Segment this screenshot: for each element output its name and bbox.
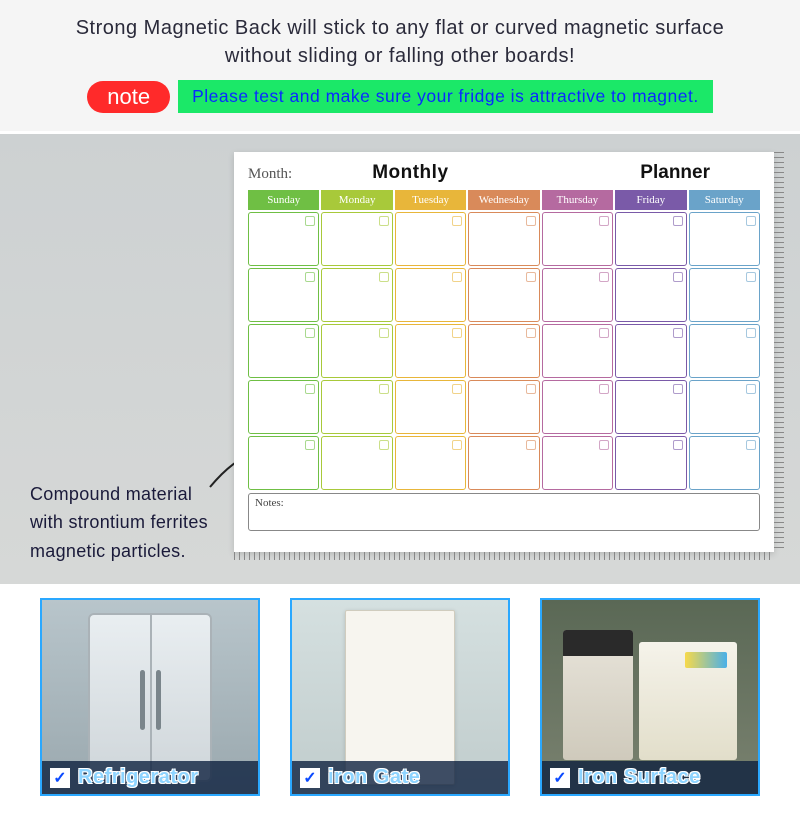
calendar-cell	[615, 436, 686, 490]
calendar-cell	[321, 380, 392, 434]
notes-box: Notes:	[248, 493, 760, 531]
day-header: Wednesday	[468, 190, 539, 210]
calendar-cell	[615, 324, 686, 378]
calendar-cell	[689, 268, 760, 322]
planner-title-b: Planner	[640, 162, 760, 184]
card-text: Iron Surface	[578, 766, 701, 789]
calendar-cell	[689, 324, 760, 378]
monthly-planner-board: Month: Monthly Planner SundayMondayTuesd…	[234, 152, 774, 552]
note-bar: note Please test and make sure your frid…	[40, 80, 760, 113]
note-message: Please test and make sure your fridge is…	[178, 80, 713, 113]
day-header: Thursday	[542, 190, 613, 210]
calendar-cell	[468, 436, 539, 490]
ruler-vertical	[774, 152, 784, 552]
card-iron-surface: ✓ Iron Surface	[540, 598, 760, 796]
planner-title-a: Monthly	[292, 162, 640, 184]
material-callout: Compound material with strontium ferrite…	[30, 480, 230, 566]
calendar-cell	[615, 380, 686, 434]
calendar-cell	[321, 436, 392, 490]
day-header: Monday	[321, 190, 392, 210]
calendar-cell	[615, 268, 686, 322]
card-label-bar: ✓ Refrigerator	[42, 761, 258, 794]
card-text: Refrigerator	[78, 766, 198, 789]
calendar-cell	[542, 268, 613, 322]
day-header-row: SundayMondayTuesdayWednesdayThursdayFrid…	[248, 190, 760, 210]
calendar-cell	[542, 380, 613, 434]
calendar-cell	[468, 212, 539, 266]
calendar-cell	[248, 212, 319, 266]
card-label-bar: ✓ Iron Surface	[542, 761, 758, 794]
calendar-cell	[321, 324, 392, 378]
card-label-bar: ✓ iron Gate	[292, 761, 508, 794]
checkmark-icon: ✓	[300, 768, 320, 788]
calendar-cell	[615, 212, 686, 266]
material-text: Compound material with strontium ferrite…	[30, 484, 208, 562]
calendar-cell	[689, 436, 760, 490]
day-header: Sunday	[248, 190, 319, 210]
calendar-cell	[248, 380, 319, 434]
calendar-cell	[248, 268, 319, 322]
calendar-cell	[248, 436, 319, 490]
card-text: iron Gate	[328, 766, 420, 789]
calendar-cell	[248, 324, 319, 378]
calendar-cell	[468, 380, 539, 434]
calendar-cell	[542, 324, 613, 378]
calendar-cell	[321, 268, 392, 322]
card-refrigerator: ✓ Refrigerator	[40, 598, 260, 796]
calendar-cell	[542, 212, 613, 266]
calendar-cell	[395, 268, 466, 322]
calendar-cell	[689, 380, 760, 434]
checkmark-icon: ✓	[550, 768, 570, 788]
calendar-cell	[395, 212, 466, 266]
day-header: Friday	[615, 190, 686, 210]
calendar-cell	[395, 324, 466, 378]
calendar-cell	[395, 380, 466, 434]
surface-cards-row: ✓ Refrigerator ✓ iron Gate ✓ Iron Surfac…	[0, 584, 800, 817]
ruler-horizontal	[234, 552, 774, 560]
calendar-cell	[468, 268, 539, 322]
calendar-cell	[321, 212, 392, 266]
header-description: Strong Magnetic Back will stick to any f…	[0, 0, 800, 80]
day-header: Saturday	[689, 190, 760, 210]
planner-header: Month: Monthly Planner	[248, 162, 760, 184]
month-label: Month:	[248, 166, 292, 183]
calendar-cell	[468, 324, 539, 378]
calendar-grid	[248, 212, 760, 490]
card-iron-gate: ✓ iron Gate	[290, 598, 510, 796]
calendar-cell	[689, 212, 760, 266]
day-header: Tuesday	[395, 190, 466, 210]
calendar-cell	[542, 436, 613, 490]
product-area: Compound material with strontium ferrite…	[0, 134, 800, 584]
note-label-pill: note	[87, 81, 170, 113]
calendar-cell	[395, 436, 466, 490]
checkmark-icon: ✓	[50, 768, 70, 788]
